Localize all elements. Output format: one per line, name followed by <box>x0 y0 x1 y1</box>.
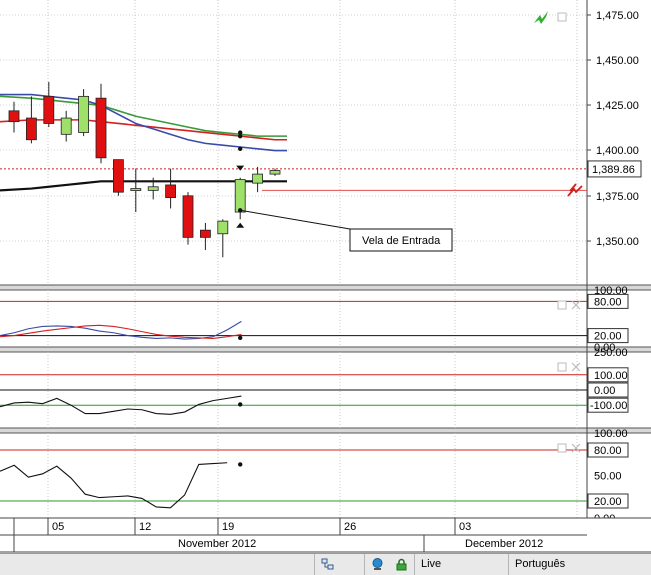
server-globe-icon[interactable] <box>371 558 384 571</box>
oscillator-tick-label: 20.00 <box>594 496 622 508</box>
day-label: 26 <box>344 521 356 533</box>
candle-body <box>182 195 194 238</box>
candle-body <box>60 117 72 135</box>
status-bar: Live Português <box>0 553 651 575</box>
candle-body <box>147 186 159 191</box>
panel-splitter-1 <box>0 285 651 290</box>
signal-dot <box>238 133 243 139</box>
network-icon[interactable] <box>321 558 334 571</box>
price-tick-label: 1,375.00 <box>596 191 639 203</box>
candle-body <box>78 95 89 133</box>
oscillator-tick-label: 80.00 <box>594 296 622 308</box>
status-cell-empty <box>0 554 314 575</box>
candle-body <box>269 170 281 175</box>
price-tick-label: 1,350.00 <box>596 236 639 248</box>
chart-canvas[interactable]: 1,475.00 1,450.00 1,425.00 1,400.00 1,375.00… <box>0 0 651 553</box>
oscillator-tick-label: 250.00 <box>594 347 628 359</box>
oscillator-signal-dot <box>238 402 243 407</box>
candle-body <box>95 97 107 159</box>
candle-body <box>165 184 177 199</box>
status-cell-server[interactable] <box>364 554 414 575</box>
candle-body <box>234 179 246 213</box>
signal-dot <box>238 146 243 151</box>
price-tick-label: 1,450.00 <box>596 55 639 67</box>
lock-icon[interactable] <box>395 558 408 571</box>
month-label: November 2012 <box>178 538 256 550</box>
language-selector[interactable]: Português <box>508 554 651 575</box>
candle-body <box>217 220 229 235</box>
oscillator-tick-label: 50.00 <box>594 471 622 483</box>
oscillator-tick-label: 80.00 <box>594 445 622 457</box>
day-label: 05 <box>52 521 64 533</box>
status-cell-network[interactable] <box>314 554 364 575</box>
current-price-label: 1,389.86 <box>592 164 635 176</box>
candle-body <box>130 188 142 191</box>
panel-restore-icon <box>557 362 567 372</box>
panel-splitter-2 <box>0 347 651 352</box>
candle-body <box>199 229 211 238</box>
candle-body <box>113 159 124 193</box>
oscillator-tick-label: -100.00 <box>590 400 627 412</box>
candle-body <box>43 95 55 124</box>
month-label: December 2012 <box>465 538 543 550</box>
day-label: 19 <box>222 521 234 533</box>
panel-splitter-3 <box>0 428 651 433</box>
candle-body <box>8 110 20 123</box>
restore-icon <box>557 12 567 22</box>
price-tick-label: 1,425.00 <box>596 100 639 112</box>
oscillator-tick-label: 20.00 <box>594 331 622 343</box>
day-label: 03 <box>459 521 471 533</box>
price-tick-label: 1,475.00 <box>596 10 639 22</box>
panel-restore-icon <box>557 300 567 310</box>
day-label: 12 <box>139 521 151 533</box>
oscillator-signal-dot <box>238 462 243 467</box>
oscillator-tick-label: 100.00 <box>594 370 628 382</box>
connection-status: Live <box>414 554 508 575</box>
panel-restore-icon <box>557 443 567 453</box>
oscillator-signal-dot <box>238 335 243 341</box>
oscillator-tick-label: 0.00 <box>594 385 615 397</box>
annotation-label: Vela de Entrada <box>362 235 441 247</box>
candle-body <box>252 173 264 184</box>
candle-body <box>25 117 37 141</box>
chart-window: 1,475.00 1,450.00 1,425.00 1,400.00 1,375.00… <box>0 0 651 575</box>
price-tick-label: 1,400.00 <box>596 145 639 157</box>
oscillator-tick-label: 100.00 <box>594 428 628 440</box>
